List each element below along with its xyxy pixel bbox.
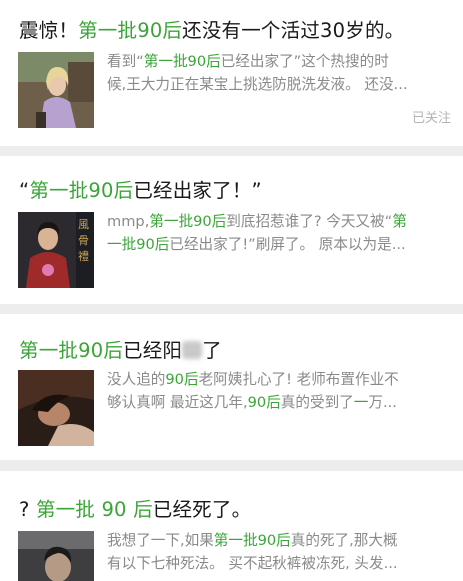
- snippet-line: 没人追的90后老阿姨扎心了! 老师布置作业不: [107, 371, 399, 388]
- snippet-line: 看到“第一批90后已经出家了”这个热搜的时: [107, 53, 389, 70]
- result-title[interactable]: “第一批90后已经出家了！”: [19, 174, 262, 203]
- blurred-censor: [182, 341, 203, 359]
- result-card[interactable]: ? 第一批 90 后已经死了。 我想了一下,如果第一批90后真的死了,那大概 有…: [0, 471, 463, 581]
- result-title[interactable]: 第一批90后已经阳了: [19, 334, 222, 363]
- result-card[interactable]: “第一批90后已经出家了！” 風 骨 禮 mmp,第一批90后到底招惹谁了? 今…: [0, 156, 463, 304]
- article-thumbnail[interactable]: [18, 52, 94, 128]
- result-snippet: 没人追的90后老阿姨扎心了! 老师布置作业不 够认真啊 最近这几年,90后真的受…: [107, 368, 447, 414]
- snippet-line: 够认真啊 最近这几年,90后真的受到了一万...: [107, 394, 397, 411]
- svg-text:風: 風: [78, 218, 89, 231]
- result-card[interactable]: 震惊！第一批90后还没有一个活过30岁的。 看到“第一批90后已经出家了”这个热…: [0, 0, 463, 146]
- followed-label[interactable]: 已关注: [412, 107, 451, 126]
- result-snippet: 我想了一下,如果第一批90后真的死了,那大概 有以下七种死法。 买不起秋裤被冻死…: [107, 529, 447, 575]
- woman-dark-photo-icon: [18, 370, 94, 446]
- result-snippet: mmp,第一批90后到底招惹谁了? 今天又被“第 一批90后已经出家了!”刷屏了…: [107, 210, 447, 256]
- snippet-line: 我想了一下,如果第一批90后真的死了,那大概: [107, 532, 398, 549]
- result-card[interactable]: 第一批90后已经阳了 没人追的90后老阿姨扎心了! 老师布置作业不 够认真啊 最…: [0, 314, 463, 460]
- man-dark-photo-icon: [18, 531, 94, 581]
- result-snippet: 看到“第一批90后已经出家了”这个热搜的时 候,王大力正在某宝上挑选防脱洗发液。…: [107, 50, 447, 96]
- woman-red-robe-photo-icon: 風 骨 禮: [18, 212, 94, 288]
- article-thumbnail[interactable]: 風 骨 禮: [18, 212, 94, 288]
- result-title[interactable]: ? 第一批 90 后已经死了。: [19, 493, 251, 522]
- snippet-line: 有以下七种死法。 买不起秋裤被冻死, 头发...: [107, 555, 398, 572]
- svg-text:骨: 骨: [78, 234, 89, 247]
- result-title[interactable]: 震惊！第一批90后还没有一个活过30岁的。: [19, 14, 404, 43]
- woman-lilac-sweater-photo-icon: [18, 52, 94, 128]
- snippet-line: 一批90后已经出家了!”刷屏了。 原本以为是...: [107, 236, 406, 253]
- article-thumbnail[interactable]: [18, 531, 94, 581]
- snippet-line: 候,王大力正在某宝上挑选防脱洗发液。 还没...: [107, 76, 408, 93]
- svg-text:禮: 禮: [78, 250, 89, 263]
- article-thumbnail[interactable]: [18, 370, 94, 446]
- snippet-line: mmp,第一批90后到底招惹谁了? 今天又被“第: [107, 213, 407, 230]
